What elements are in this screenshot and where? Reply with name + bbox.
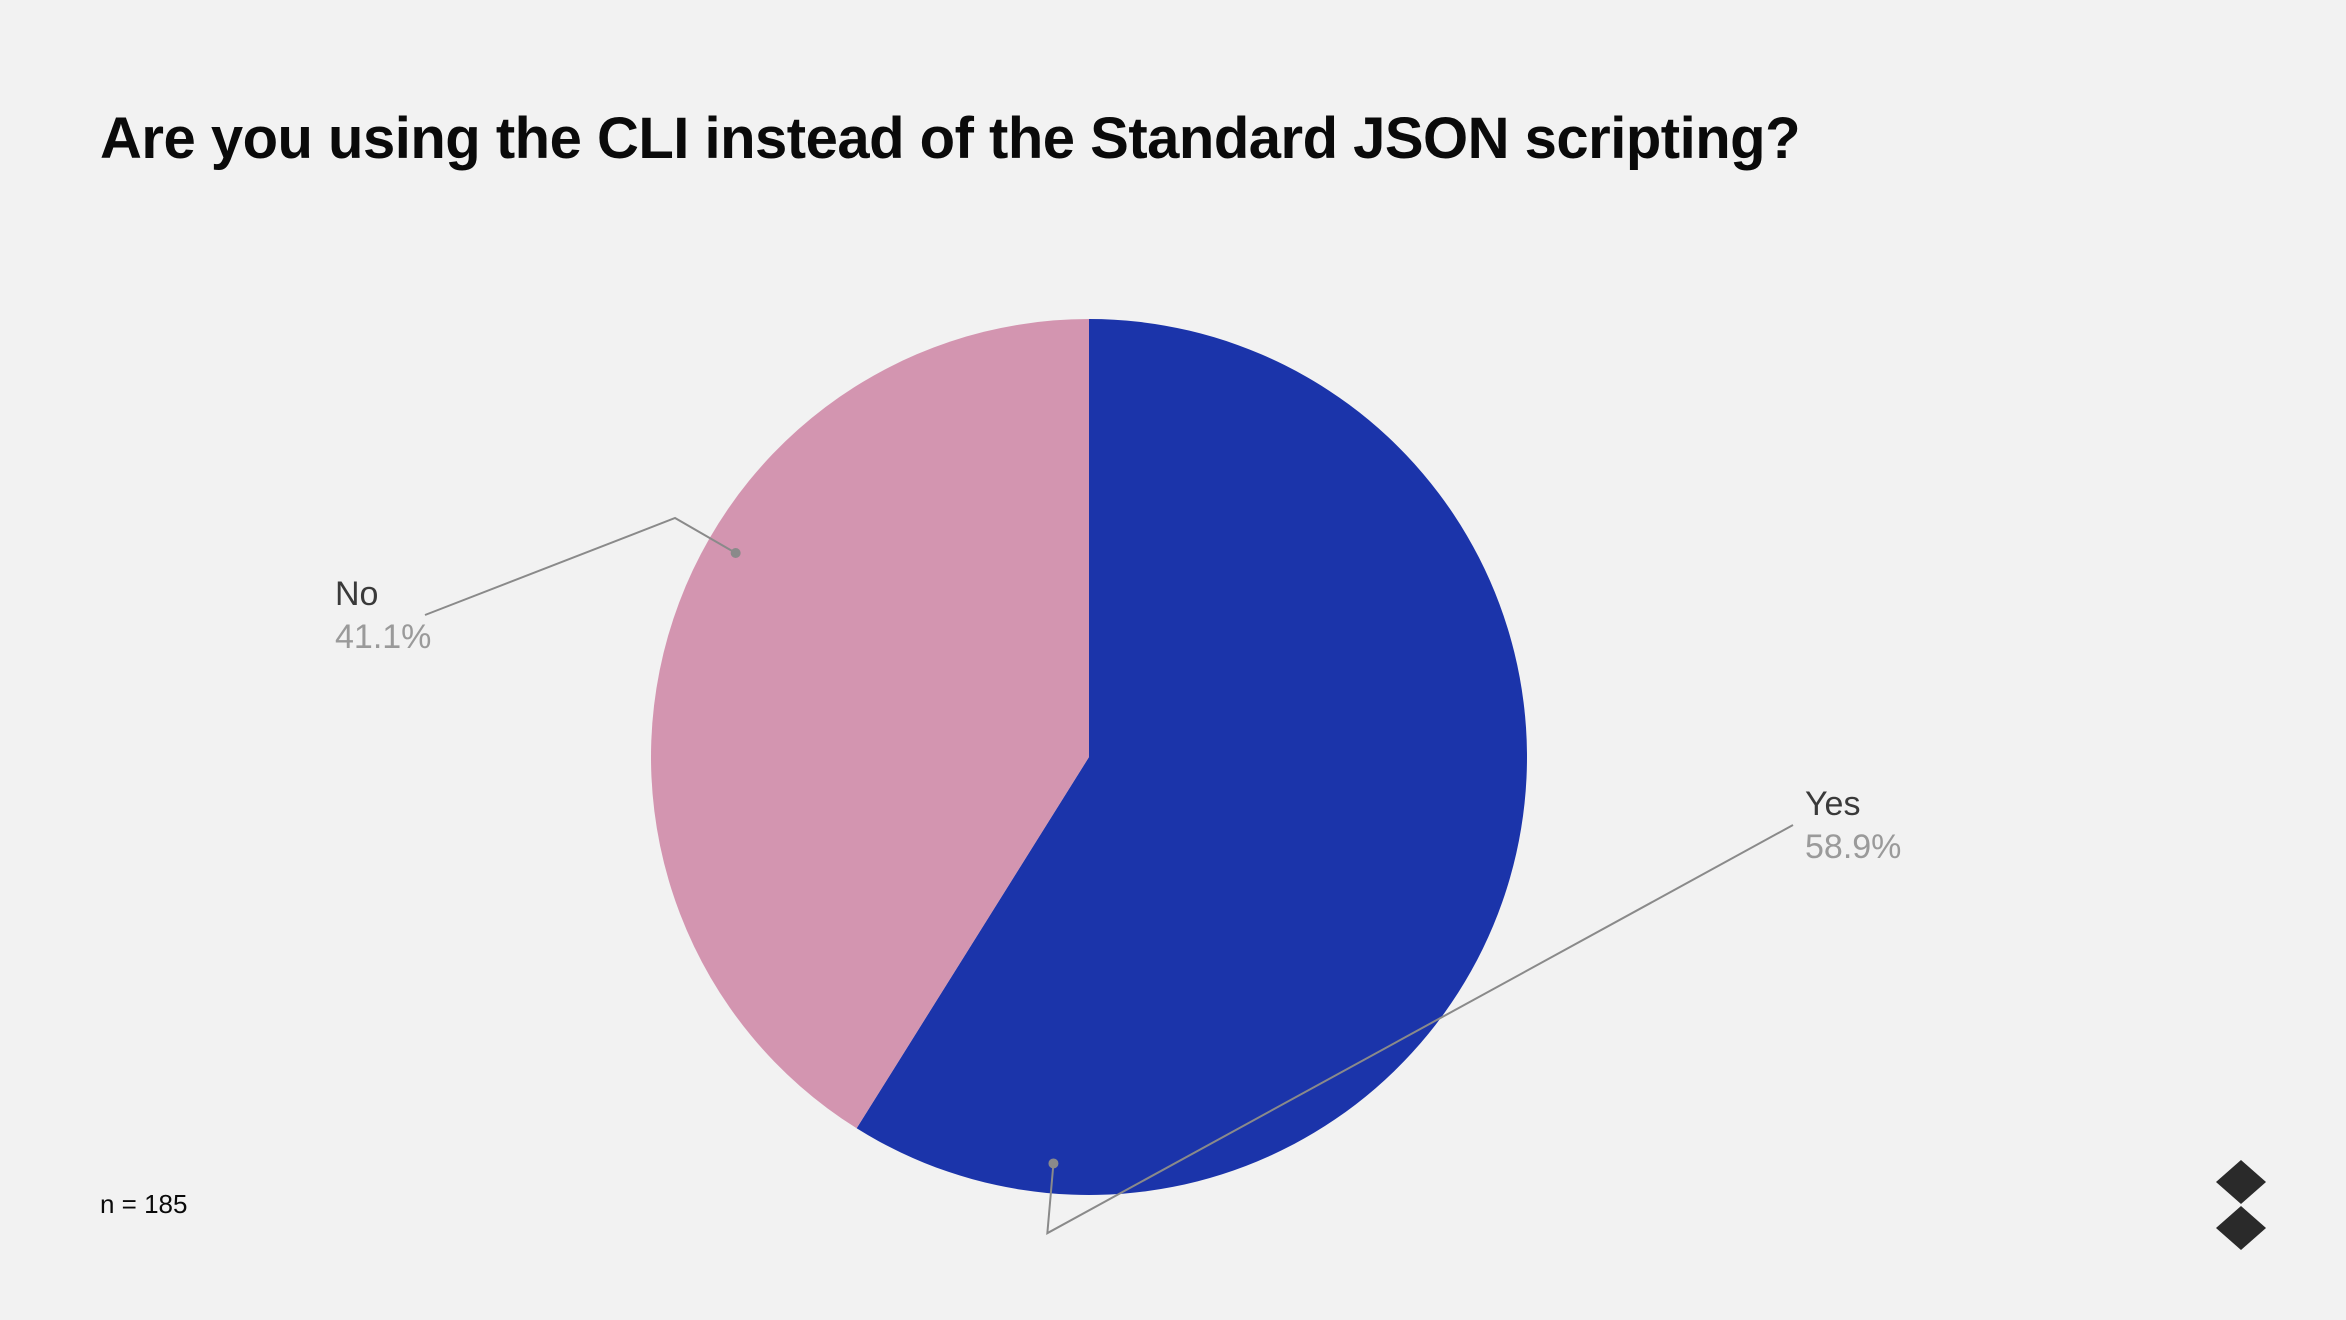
- leader-dot: [731, 548, 741, 558]
- slice-pct-no: 41.1%: [335, 616, 431, 659]
- slice-label-yes: Yes 58.9%: [1805, 783, 1901, 868]
- leader-dot: [1048, 1158, 1058, 1168]
- sample-size-note: n = 185: [100, 1189, 187, 1220]
- slice-pct-yes: 58.9%: [1805, 826, 1901, 869]
- slice-name-yes: Yes: [1805, 783, 1901, 826]
- brand-logo-icon: [2206, 1160, 2276, 1250]
- slice-name-no: No: [335, 573, 431, 616]
- slice-label-no: No 41.1%: [335, 573, 431, 658]
- pie-chart: [0, 0, 2346, 1320]
